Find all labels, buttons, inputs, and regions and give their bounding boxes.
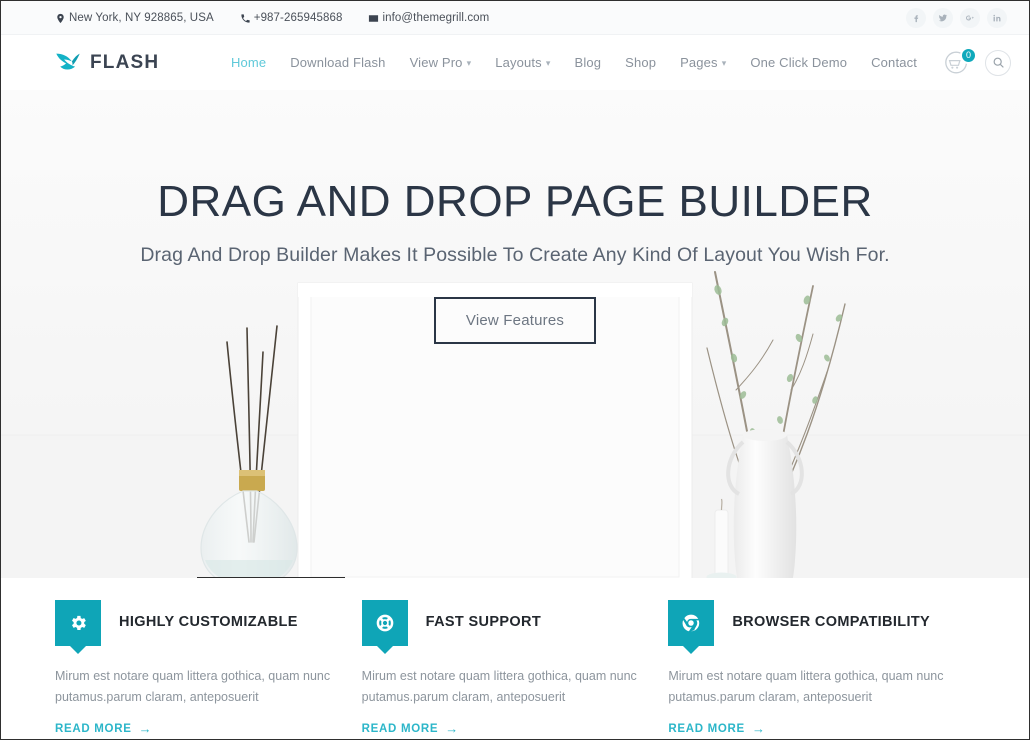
chevron-down-icon: ▾ [545, 58, 551, 68]
feature-card-header: FAST SUPPORT [361, 600, 641, 646]
contact-phone[interactable]: +987-265945868 [240, 12, 343, 24]
phone-icon [240, 13, 251, 24]
read-more-label: READ MORE [361, 722, 439, 735]
arrow-right-icon: → [138, 721, 153, 737]
nav-item-home[interactable]: Home [219, 55, 278, 70]
feature-description: Mirum est notare quam littera gothica, q… [668, 669, 944, 704]
map-pin-icon [55, 13, 66, 24]
contact-email-text: info@themegrill.com [382, 11, 490, 24]
feature-title: BROWSER COMPATIBILITY [732, 614, 931, 630]
hero-content: DRAG AND DROP PAGE BUILDER Drag And Drop… [1, 178, 1029, 344]
contact-info: New York, NY 928865, USA +987-265945868 … [55, 12, 489, 24]
search-button[interactable] [985, 49, 1011, 76]
contact-address-text: New York, NY 928865, USA [69, 11, 214, 24]
feature-title: FAST SUPPORT [425, 614, 542, 630]
hero-section: DRAG AND DROP PAGE BUILDER Drag And Drop… [1, 90, 1029, 578]
header-tools: 0 [943, 46, 1011, 76]
chevron-down-icon: ▾ [721, 58, 727, 68]
social-links [906, 7, 1007, 28]
nav-label: Contact [871, 55, 917, 70]
lifebuoy-icon [361, 600, 408, 646]
nav-item-shop[interactable]: Shop [613, 55, 668, 70]
cart-button[interactable]: 0 [943, 46, 977, 76]
feature-card-fast-support: FAST SUPPORT Mirum est notare quam litte… [361, 600, 669, 737]
nav-item-blog[interactable]: Blog [563, 55, 614, 70]
page-root: New York, NY 928865, USA +987-265945868 … [0, 0, 1030, 740]
contact-phone-text: +987-265945868 [253, 11, 343, 24]
feature-title: HIGHLY CUSTOMIZABLE [119, 614, 298, 630]
top-bar: New York, NY 928865, USA +987-265945868 … [1, 1, 1029, 35]
nav-label: View Pro [409, 55, 463, 70]
read-more-link[interactable]: READ MORE → [55, 721, 152, 736]
cart-count-badge: 0 [960, 46, 977, 64]
chevron-down-icon: ▾ [466, 58, 472, 68]
nav-item-one-click-demo[interactable]: One Click Demo [738, 55, 859, 70]
view-features-button[interactable]: View Features [433, 296, 597, 344]
features-section: HIGHLY CUSTOMIZABLE Mirum est notare qua… [1, 578, 1029, 737]
nav-item-view-pro[interactable]: View Pro ▾ [398, 55, 484, 70]
nav-label: Layouts [495, 55, 542, 70]
hero-subtitle: Drag And Drop Builder Makes It Possible … [140, 243, 890, 266]
feature-card-header: HIGHLY CUSTOMIZABLE [55, 600, 334, 646]
google-plus-icon[interactable] [960, 7, 980, 28]
arrow-right-icon: → [751, 721, 766, 737]
hero-title: DRAG AND DROP PAGE BUILDER [157, 177, 873, 226]
linkedin-icon[interactable] [987, 7, 1007, 28]
feature-card-highly-customizable: HIGHLY CUSTOMIZABLE Mirum est notare qua… [55, 600, 362, 737]
nav-item-pages[interactable]: Pages ▾ [668, 55, 738, 70]
feature-description: Mirum est notare quam littera gothica, q… [361, 669, 637, 704]
nav-label: Home [230, 55, 267, 70]
feature-description: Mirum est notare quam littera gothica, q… [55, 669, 331, 704]
contact-address: New York, NY 928865, USA [55, 12, 214, 24]
site-header: FLASH Home Download Flash View Pro ▾ Lay… [1, 35, 1029, 90]
flash-bird-logo-icon [55, 51, 81, 75]
contact-email[interactable]: info@themegrill.com [368, 12, 489, 24]
nav-label: One Click Demo [750, 55, 848, 70]
feature-card-header: BROWSER COMPATIBILITY [668, 600, 947, 646]
arrow-right-icon: → [445, 721, 459, 737]
read-more-link[interactable]: READ MORE → [668, 721, 765, 736]
browser-chrome-icon [668, 600, 715, 646]
envelope-icon [368, 13, 379, 24]
nav-label: Download Flash [290, 55, 386, 70]
twitter-icon[interactable] [933, 7, 953, 28]
nav-label: Pages [680, 55, 718, 70]
nav-item-download-flash[interactable]: Download Flash [278, 55, 397, 70]
nav-item-layouts[interactable]: Layouts ▾ [483, 55, 562, 70]
nav-label: Shop [625, 55, 657, 70]
site-logo[interactable]: FLASH [55, 51, 159, 75]
read-more-label: READ MORE [55, 722, 132, 735]
gear-icon [55, 600, 101, 646]
feature-card-browser-compatibility: BROWSER COMPATIBILITY Mirum est notare q… [668, 600, 975, 737]
nav-label: Blog [574, 55, 602, 70]
nav-item-contact[interactable]: Contact [859, 55, 929, 70]
read-more-link[interactable]: READ MORE → [362, 721, 459, 736]
facebook-icon[interactable] [906, 7, 926, 28]
logo-text: FLASH [90, 51, 160, 73]
main-navigation: Home Download Flash View Pro ▾ Layouts ▾… [219, 46, 1011, 76]
read-more-label: READ MORE [668, 722, 745, 735]
